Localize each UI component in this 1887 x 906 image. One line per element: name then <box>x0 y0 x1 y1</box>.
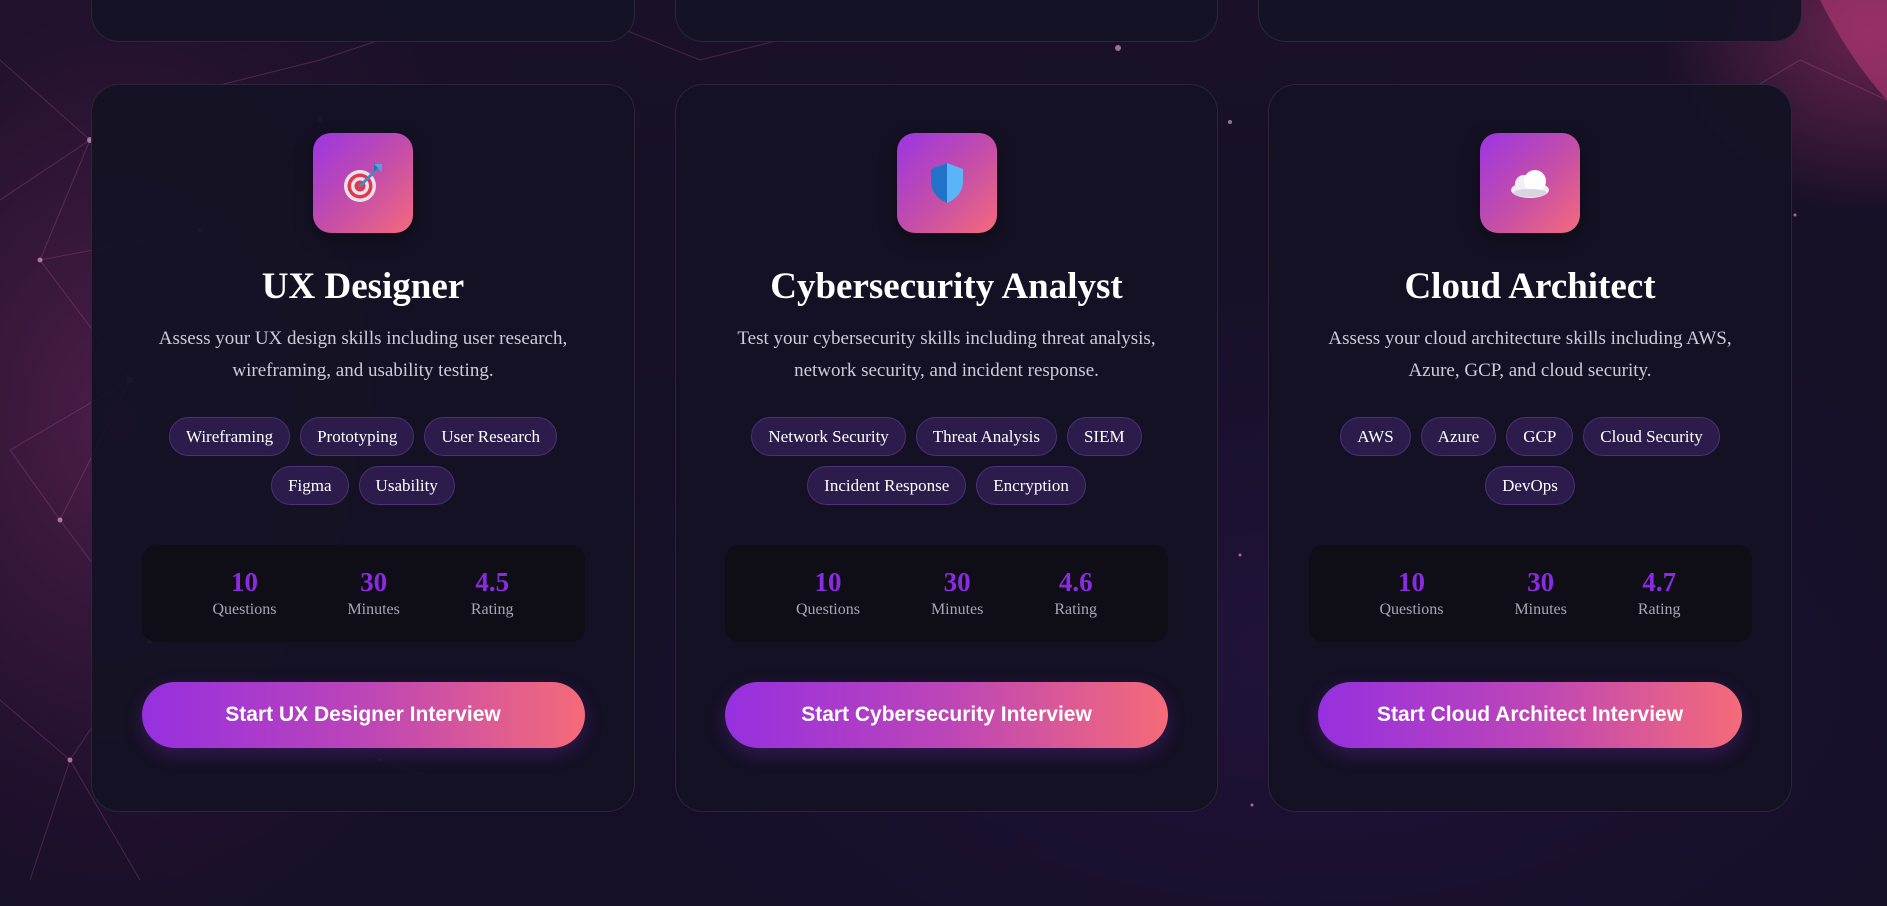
stat-rating: 4.5 Rating <box>471 566 514 621</box>
stat-label: Minutes <box>930 601 984 618</box>
skill-tag: Encryption <box>976 466 1086 505</box>
stat-minutes: 30 Minutes <box>931 566 983 621</box>
card-title: Cybersecurity Analyst <box>770 266 1123 307</box>
stat-label: Questions <box>795 601 860 618</box>
stat-label: Rating <box>1054 601 1098 618</box>
stat-label: Questions <box>1379 601 1444 618</box>
skill-tag: GCP <box>1506 417 1574 456</box>
start-interview-button[interactable]: Start UX Designer Interview <box>141 682 585 748</box>
stat-value: 30 <box>943 567 971 597</box>
skill-tag: AWS <box>1340 417 1411 456</box>
stat-value: 4.7 <box>1642 567 1677 597</box>
stat-label: Rating <box>470 601 514 618</box>
cloud-icon <box>1480 133 1580 233</box>
previous-row-card <box>91 0 635 42</box>
previous-row-card <box>1258 0 1802 42</box>
stat-value: 30 <box>1527 567 1555 597</box>
stat-rating: 4.6 Rating <box>1054 566 1097 621</box>
skill-tag: User Research <box>424 417 558 456</box>
stat-questions: 10 Questions <box>1379 566 1443 621</box>
skill-tag: Incident Response <box>807 466 967 505</box>
stat-questions: 10 Questions <box>796 566 860 621</box>
stat-questions: 10 Questions <box>212 566 276 621</box>
stat-label: Questions <box>212 601 277 618</box>
interview-stats: 10 Questions 30 Minutes 4.7 Rating <box>1308 545 1752 642</box>
stat-label: Rating <box>1637 601 1681 618</box>
skill-tag: Network Security <box>751 417 906 456</box>
skill-tag: Figma <box>271 466 349 505</box>
skill-tags: AWS Azure GCP Cloud Security DevOps <box>1310 417 1750 505</box>
skill-tag: SIEM <box>1066 417 1142 456</box>
interview-stats: 10 Questions 30 Minutes 4.6 Rating <box>725 545 1168 642</box>
skill-tags: Network Security Threat Analysis SIEM In… <box>727 417 1167 505</box>
skill-tags: Wireframing Prototyping User Research Fi… <box>143 417 583 505</box>
skill-tag: Prototyping <box>300 417 415 456</box>
interview-card-cloud-architect: Cloud Architect Assess your cloud archit… <box>1268 84 1792 812</box>
skill-tag: Usability <box>358 466 455 505</box>
stat-value: 10 <box>1397 567 1425 597</box>
skill-tag: DevOps <box>1485 466 1575 505</box>
card-title: UX Designer <box>261 266 465 307</box>
stat-label: Minutes <box>1514 601 1567 618</box>
stat-value: 4.5 <box>475 567 510 597</box>
interview-stats: 10 Questions 30 Minutes 4.5 Rating <box>141 545 585 642</box>
card-description: Assess your cloud architecture skills in… <box>1328 328 1732 381</box>
skill-tag: Azure <box>1420 417 1497 456</box>
card-description: Test your cybersecurity skills including… <box>737 328 1156 381</box>
stat-value: 30 <box>360 567 388 597</box>
card-title: Cloud Architect <box>1404 266 1656 307</box>
shield-icon <box>896 133 997 233</box>
start-interview-button[interactable]: Start Cybersecurity Interview <box>725 682 1168 748</box>
stat-value: 10 <box>814 567 842 597</box>
stat-rating: 4.7 Rating <box>1638 566 1681 621</box>
start-interview-button[interactable]: Start Cloud Architect Interview <box>1318 682 1742 748</box>
skill-tag: Wireframing <box>168 417 291 456</box>
stat-value: 10 <box>230 567 258 597</box>
interview-card-ux-designer: UX Designer Assess your UX design skills… <box>91 84 635 812</box>
stat-minutes: 30 Minutes <box>347 566 399 621</box>
skill-tag: Cloud Security <box>1583 417 1720 456</box>
previous-row-card <box>675 0 1218 42</box>
stat-value: 4.6 <box>1058 567 1093 597</box>
target-icon <box>313 133 413 233</box>
skill-tag: Threat Analysis <box>915 417 1057 456</box>
card-description: Assess your UX design skills including u… <box>158 328 568 381</box>
stat-label: Minutes <box>347 601 400 618</box>
stat-minutes: 30 Minutes <box>1514 566 1566 621</box>
interview-card-cybersecurity-analyst: Cybersecurity Analyst Test your cybersec… <box>675 84 1218 812</box>
